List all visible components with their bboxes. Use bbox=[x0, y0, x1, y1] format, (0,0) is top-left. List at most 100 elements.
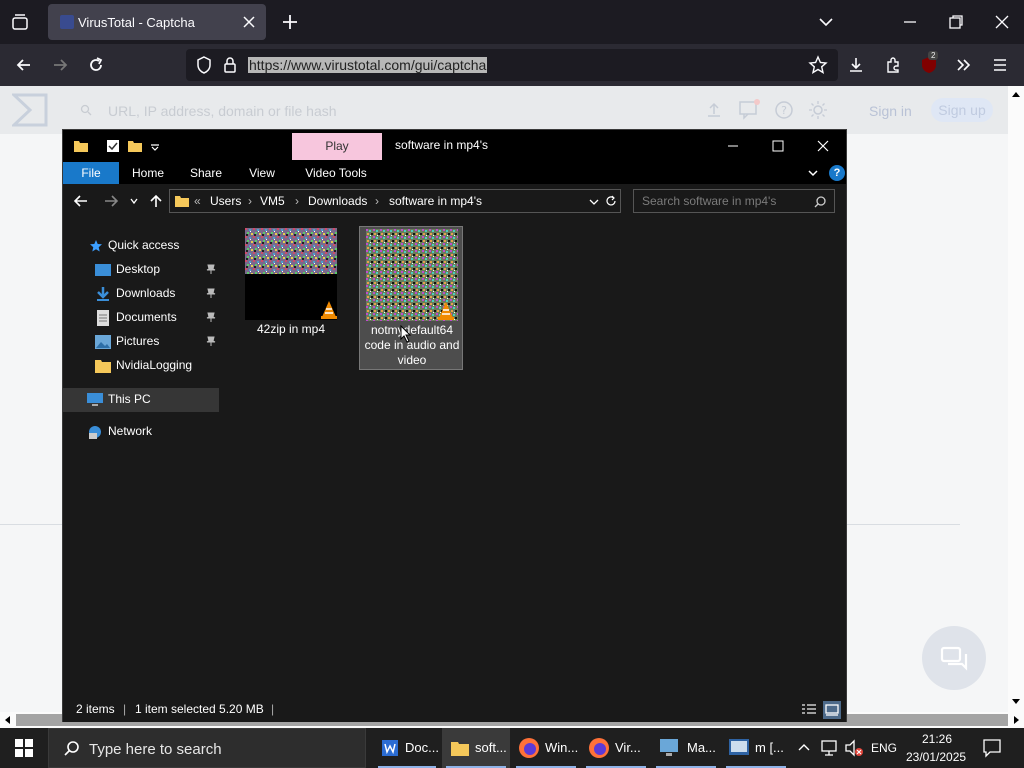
notifications-icon[interactable] bbox=[982, 738, 1002, 758]
expand-ribbon-icon[interactable] bbox=[807, 167, 819, 179]
new-tab-icon[interactable] bbox=[280, 12, 300, 32]
taskbar-app-explorer[interactable]: soft... bbox=[442, 728, 510, 768]
taskbar-search-input[interactable]: Type here to search bbox=[48, 728, 366, 768]
forward-icon[interactable] bbox=[103, 193, 119, 209]
lock-icon[interactable] bbox=[220, 55, 240, 75]
pin-icon[interactable] bbox=[205, 335, 217, 347]
large-icons-view-icon[interactable] bbox=[823, 701, 841, 719]
forward-icon[interactable] bbox=[50, 55, 70, 75]
upload-icon[interactable] bbox=[704, 100, 724, 120]
nav-quick-access[interactable]: Quick access bbox=[63, 234, 219, 258]
breadcrumb-vm5[interactable]: VM5 bbox=[260, 194, 285, 208]
sign-in-link[interactable]: Sign in bbox=[869, 103, 912, 119]
search-input[interactable]: Search software in mp4's bbox=[633, 189, 835, 213]
close-tab-icon[interactable] bbox=[240, 13, 258, 31]
breadcrumb-separator[interactable]: › bbox=[295, 194, 299, 208]
browser-tab-active[interactable]: VirusTotal - Captcha bbox=[48, 4, 266, 40]
tab-file[interactable]: File bbox=[63, 162, 119, 184]
downloads-icon[interactable] bbox=[846, 55, 866, 75]
notifications-icon[interactable] bbox=[738, 98, 762, 120]
language-indicator[interactable]: ENG bbox=[871, 741, 897, 755]
scroll-right-icon[interactable] bbox=[1011, 715, 1021, 725]
chevron-up-icon[interactable] bbox=[797, 741, 811, 755]
file-item-selected[interactable]: notmydefault64 code in audio and video bbox=[359, 226, 463, 370]
status-separator: | bbox=[271, 702, 275, 716]
refresh-icon[interactable] bbox=[604, 194, 618, 208]
up-icon[interactable] bbox=[148, 193, 164, 209]
nav-label: Network bbox=[108, 424, 153, 438]
pin-icon[interactable] bbox=[205, 287, 217, 299]
back-icon[interactable] bbox=[73, 193, 89, 209]
help-icon[interactable]: ? bbox=[774, 100, 794, 120]
extensions-icon[interactable] bbox=[883, 55, 903, 75]
taskbar: Type here to search Doc... soft... Win..… bbox=[0, 728, 1024, 768]
address-bar[interactable]: « Users › VM5 › Downloads › software in … bbox=[169, 189, 621, 213]
restore-icon[interactable] bbox=[946, 12, 966, 32]
close-window-icon[interactable] bbox=[992, 12, 1012, 32]
nav-downloads[interactable]: Downloads bbox=[63, 282, 219, 306]
details-view-icon[interactable] bbox=[801, 703, 817, 717]
back-icon[interactable] bbox=[14, 55, 34, 75]
nav-nvidialogging[interactable]: NvidiaLogging bbox=[63, 354, 219, 378]
maximize-icon[interactable] bbox=[768, 136, 788, 156]
close-icon[interactable] bbox=[813, 136, 833, 156]
windows-start-icon[interactable] bbox=[14, 738, 34, 758]
taskbar-app-firefox-2[interactable]: Vir... bbox=[582, 728, 650, 768]
browser-tab-bar: VirusTotal - Captcha bbox=[0, 0, 1024, 44]
more-tools-icon[interactable] bbox=[954, 55, 974, 75]
vt-search-input[interactable]: URL, IP address, domain or file hash bbox=[108, 103, 337, 119]
nav-this-pc[interactable]: This PC bbox=[63, 388, 219, 412]
address-dropdown-icon[interactable] bbox=[589, 197, 599, 207]
customize-toolbar-icon[interactable] bbox=[147, 138, 163, 154]
breadcrumb-downloads[interactable]: Downloads bbox=[308, 194, 367, 208]
volume-muted-icon[interactable] bbox=[844, 739, 864, 757]
tab-list-icon[interactable] bbox=[10, 12, 30, 32]
scroll-down-icon[interactable] bbox=[1011, 696, 1021, 706]
tab-share[interactable]: Share bbox=[183, 162, 229, 184]
properties-icon[interactable] bbox=[105, 138, 121, 154]
vertical-scrollbar[interactable] bbox=[1008, 86, 1024, 712]
nav-documents[interactable]: Documents bbox=[63, 306, 219, 330]
taskbar-app-machine[interactable]: Ma... bbox=[652, 728, 720, 768]
tab-home[interactable]: Home bbox=[125, 162, 171, 184]
play-contextual-tab[interactable]: Play bbox=[292, 133, 382, 160]
clock-time[interactable]: 21:26 bbox=[922, 732, 952, 746]
scroll-left-icon[interactable] bbox=[3, 715, 13, 725]
tab-video-tools[interactable]: Video Tools bbox=[295, 162, 377, 184]
network-status-icon[interactable] bbox=[820, 739, 840, 757]
breadcrumb-current[interactable]: software in mp4's bbox=[389, 194, 482, 208]
nav-pictures[interactable]: Pictures bbox=[63, 330, 219, 354]
bookmark-star-icon[interactable] bbox=[808, 55, 828, 75]
url-bar[interactable]: https://www.virustotal.com/gui/captcha bbox=[186, 49, 838, 81]
taskbar-app-firefox-1[interactable]: Win... bbox=[512, 728, 580, 768]
sign-up-button[interactable]: Sign up bbox=[931, 98, 993, 122]
url-text[interactable]: https://www.virustotal.com/gui/captcha bbox=[248, 57, 488, 73]
pin-icon[interactable] bbox=[205, 263, 217, 275]
breadcrumb-overflow[interactable]: « bbox=[194, 194, 201, 208]
breadcrumb-separator[interactable]: › bbox=[375, 194, 379, 208]
tracking-shield-icon[interactable] bbox=[194, 55, 214, 75]
clock-date[interactable]: 23/01/2025 bbox=[906, 750, 966, 764]
breadcrumb-separator[interactable]: › bbox=[248, 194, 252, 208]
menu-icon[interactable] bbox=[990, 55, 1010, 75]
new-folder-icon[interactable] bbox=[127, 138, 143, 154]
scroll-up-icon[interactable] bbox=[1011, 90, 1021, 100]
minimize-icon[interactable] bbox=[900, 12, 920, 32]
file-item[interactable]: 42zip in mp4 bbox=[239, 226, 343, 370]
taskbar-app-document[interactable]: Doc... bbox=[374, 728, 440, 768]
list-all-tabs-icon[interactable] bbox=[816, 12, 836, 32]
nav-network[interactable]: Network bbox=[63, 420, 219, 444]
recent-locations-icon[interactable] bbox=[129, 196, 139, 206]
help-button[interactable]: ? bbox=[829, 165, 845, 181]
theme-sun-icon[interactable] bbox=[808, 100, 828, 120]
tab-view[interactable]: View bbox=[241, 162, 283, 184]
taskbar-app-vm[interactable]: m [... bbox=[722, 728, 790, 768]
reload-icon[interactable] bbox=[86, 55, 106, 75]
pin-icon[interactable] bbox=[205, 311, 217, 323]
minimize-icon[interactable] bbox=[723, 136, 743, 156]
virustotal-logo-icon[interactable] bbox=[12, 93, 48, 127]
nav-desktop[interactable]: Desktop bbox=[63, 258, 219, 282]
breadcrumb-users[interactable]: Users bbox=[210, 194, 241, 208]
chat-button[interactable] bbox=[922, 626, 986, 690]
taskbar-app-label: soft... bbox=[475, 740, 507, 755]
